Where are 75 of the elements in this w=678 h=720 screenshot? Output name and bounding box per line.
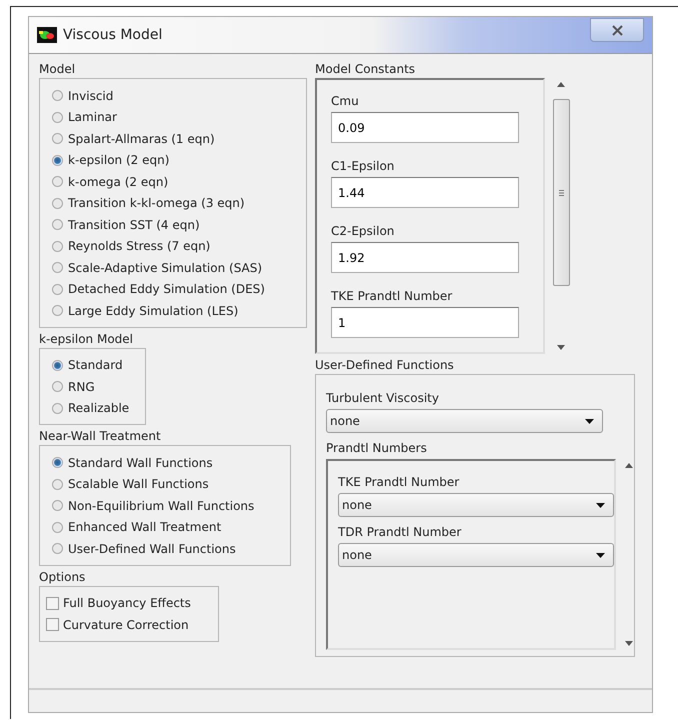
radio-button[interactable]: [52, 133, 63, 144]
radio-option[interactable]: k-omega (2 eqn): [52, 171, 300, 192]
input-field[interactable]: 1.92: [331, 242, 519, 273]
radio-button[interactable]: [52, 284, 63, 295]
dropdown[interactable]: none: [338, 543, 614, 567]
radio-button[interactable]: [52, 198, 63, 209]
group-label: Prandtl Numbers: [326, 441, 428, 455]
radio-option[interactable]: Detached Eddy Simulation (DES): [52, 278, 300, 300]
radio-option[interactable]: User-Defined Wall Functions: [52, 538, 284, 560]
caret-icon: [585, 418, 594, 424]
radio-option[interactable]: Realizable: [52, 398, 139, 419]
field-label: Cmu: [331, 94, 360, 108]
radio-button[interactable]: [52, 522, 63, 533]
radio-option[interactable]: Scale-Adaptive Simulation (SAS): [52, 257, 300, 278]
radio-option[interactable]: Non-Equilibrium Wall Functions: [52, 495, 284, 516]
group-label: Model Constants: [315, 62, 416, 76]
scroll-up-icon[interactable]: [624, 463, 632, 468]
radio-button[interactable]: [52, 360, 63, 371]
scroll-down-icon[interactable]: [557, 345, 565, 350]
input-field[interactable]: 1: [331, 307, 519, 338]
field-label: TKE Prandtl Number: [338, 475, 460, 489]
app-icon: [37, 27, 57, 43]
close-button[interactable]: [590, 18, 644, 42]
radio-button[interactable]: [52, 154, 63, 166]
group-label: Options: [39, 570, 86, 584]
radio-option[interactable]: Standard Wall Functions: [52, 452, 284, 474]
group-label: Model: [39, 62, 76, 76]
checkbox-option[interactable]: Full Buoyancy Effects: [46, 592, 212, 614]
radio-button[interactable]: [52, 500, 63, 512]
radio-button[interactable]: [52, 457, 63, 468]
radio-button[interactable]: [52, 219, 63, 230]
group-label: k-epsilon Model: [39, 332, 134, 346]
radio-button[interactable]: [52, 112, 63, 123]
checkbox[interactable]: [46, 596, 59, 610]
field-label: C1-Epsilon: [331, 159, 396, 173]
radio-option[interactable]: RNG: [52, 376, 139, 398]
checkbox[interactable]: [46, 618, 59, 632]
radio-option[interactable]: Enhanced Wall Treatment: [52, 516, 284, 538]
radio-button[interactable]: [52, 402, 63, 414]
scroll-up-icon[interactable]: [557, 82, 565, 87]
radio-button[interactable]: [52, 305, 63, 316]
caret-icon: [596, 502, 605, 508]
radio-option[interactable]: k-epsilon (2 eqn): [52, 150, 300, 171]
radio-button[interactable]: [52, 240, 63, 252]
radio-button[interactable]: [52, 381, 63, 392]
radio-button[interactable]: [52, 262, 63, 274]
grip-icon: [558, 190, 564, 196]
radio-option[interactable]: Transition k-kl-omega (3 eqn): [52, 192, 300, 214]
close-icon: [612, 24, 622, 36]
dropdown[interactable]: none: [326, 409, 603, 433]
radio-option[interactable]: Large Eddy Simulation (LES): [52, 300, 300, 322]
radio-button[interactable]: [52, 176, 63, 188]
group-label: Near-Wall Treatment: [39, 429, 162, 443]
radio-option[interactable]: Reynolds Stress (7 eqn): [52, 236, 300, 257]
radio-option[interactable]: Spalart-Allmaras (1 eqn): [52, 128, 300, 150]
field-label: C2-Epsilon: [331, 224, 396, 238]
dropdown[interactable]: none: [338, 493, 614, 517]
checkbox-option[interactable]: Curvature Correction: [46, 614, 212, 636]
input-field[interactable]: 0.09: [331, 112, 519, 143]
scroll-down-icon[interactable]: [624, 641, 632, 646]
radio-button[interactable]: [52, 478, 63, 490]
radio-button[interactable]: [52, 90, 63, 102]
radio-option[interactable]: Standard: [52, 354, 139, 376]
radio-option[interactable]: Laminar: [52, 106, 300, 128]
caret-icon: [596, 552, 605, 558]
radio-option[interactable]: Inviscid: [52, 85, 300, 106]
group-label: User-Defined Functions: [315, 358, 455, 372]
radio-option[interactable]: Scalable Wall Functions: [52, 474, 284, 495]
radio-button[interactable]: [52, 543, 63, 554]
input-field[interactable]: 1.44: [331, 177, 519, 208]
field-label: Turbulent Viscosity: [326, 391, 440, 405]
field-label: TDR Prandtl Number: [338, 525, 462, 539]
window-title: Viscous Model: [63, 27, 164, 43]
field-label: TKE Prandtl Number: [331, 289, 454, 303]
radio-option[interactable]: Transition SST (4 eqn): [52, 214, 300, 236]
